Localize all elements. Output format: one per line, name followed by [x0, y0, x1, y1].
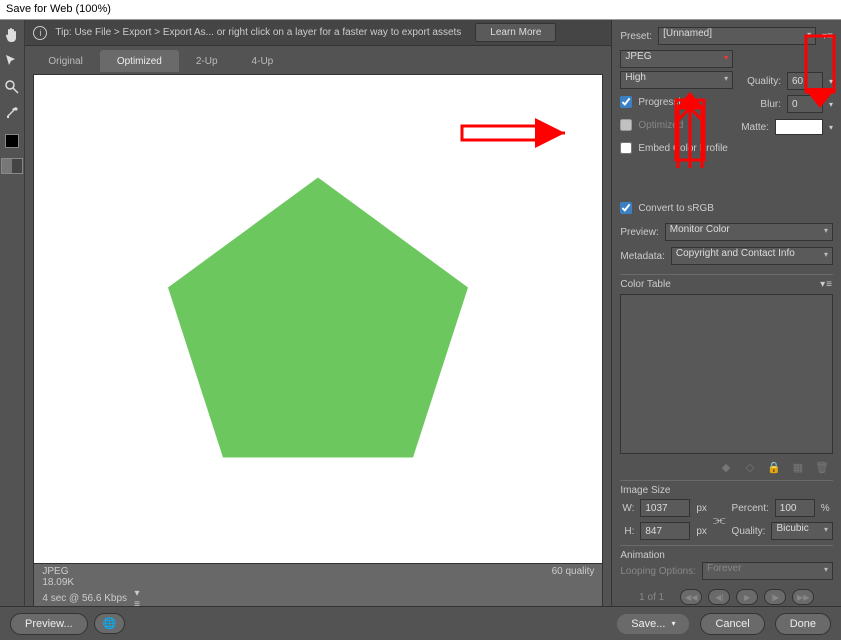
srgb-label: Convert to sRGB — [638, 203, 714, 214]
preview-canvas[interactable] — [33, 74, 603, 564]
anim-first-button: ◀◀ — [680, 589, 702, 605]
icc-label: Embed Color Profile — [638, 143, 727, 154]
quality-caret-icon[interactable]: ▾ — [829, 77, 833, 86]
anim-counter: 1 of 1 — [639, 592, 664, 603]
ct-lock-icon: 🔒 — [767, 460, 781, 474]
progressive-label: Progressive — [638, 97, 691, 108]
eyedropper-tool-icon[interactable] — [1, 102, 23, 124]
tip-text: Tip: Use File > Export > Export As... or… — [55, 27, 461, 38]
preset-label: Preset: — [620, 31, 652, 42]
ct-shift-icon: ◇ — [743, 460, 757, 474]
h-px: px — [696, 526, 707, 537]
preview-button[interactable]: Preview... — [10, 613, 88, 635]
right-pane: Preset: [Unnamed]▾ ▾≡ JPEG▾ High▾ Progre… — [611, 20, 841, 640]
percent-label: Percent: — [732, 503, 769, 514]
optimized-label: Optimized — [638, 120, 683, 131]
toggle-slices-visibility-icon[interactable] — [1, 158, 23, 174]
loop-label: Looping Options: — [620, 566, 696, 577]
matte-caret-icon[interactable]: ▾ — [829, 123, 833, 132]
color-table-toolbar: ◆ ◇ 🔒 ▦ 🗑 — [620, 458, 833, 476]
preview-tabs: Original Optimized 2-Up 4-Up — [25, 46, 611, 72]
window-titlebar: Save for Web (100%) — [0, 0, 841, 20]
tab-optimized[interactable]: Optimized — [100, 50, 179, 72]
quality-input[interactable] — [787, 72, 823, 90]
quality-label: Quality: — [747, 76, 781, 87]
matte-swatch[interactable] — [775, 119, 823, 135]
tip-bar: i Tip: Use File > Export > Export As... … — [25, 20, 611, 46]
window-title: Save for Web (100%) — [6, 3, 111, 15]
srgb-checkbox[interactable] — [620, 202, 632, 214]
anim-next-button: |▶ — [764, 589, 786, 605]
colortable-header: Color Table ▾≡ — [620, 274, 833, 290]
resample-select[interactable]: Bicubic▾ — [771, 522, 833, 540]
left-pane: i Tip: Use File > Export > Export As... … — [25, 20, 611, 640]
link-wh-icon[interactable]: ⫘ — [713, 511, 726, 528]
format-select[interactable]: JPEG▾ — [620, 50, 733, 68]
learn-more-button[interactable]: Learn More — [475, 23, 556, 42]
animation-header: Animation — [620, 545, 833, 561]
tab-2up[interactable]: 2-Up — [179, 50, 235, 72]
optimized-checkbox — [620, 119, 632, 131]
metadata-select[interactable]: Copyright and Contact Info▾ — [671, 247, 833, 265]
cancel-button[interactable]: Cancel — [700, 613, 764, 635]
tab-4up[interactable]: 4-Up — [235, 50, 291, 72]
ct-new-icon: ▦ — [791, 460, 805, 474]
resample-label: Quality: — [732, 526, 766, 537]
anim-last-button: ▶▶ — [792, 589, 814, 605]
color-table-area — [620, 294, 833, 454]
blur-label: Blur: — [760, 99, 781, 110]
main-container: i Tip: Use File > Export > Export As... … — [0, 20, 841, 640]
artwork-pentagon — [158, 168, 478, 471]
preset-select[interactable]: [Unnamed]▾ — [658, 27, 816, 45]
done-button[interactable]: Done — [775, 613, 831, 635]
percent-input[interactable] — [775, 499, 815, 517]
compression-select[interactable]: High▾ — [620, 71, 733, 89]
footer-bar: Preview... 🌐 Save... Cancel Done — [0, 606, 841, 640]
status-format: JPEG — [42, 566, 68, 577]
status-quality: 60 quality — [552, 566, 595, 577]
zoom-tool-icon[interactable] — [1, 76, 23, 98]
h-label: H: — [620, 526, 634, 537]
icc-checkbox[interactable] — [620, 142, 632, 154]
preview-statusbar: JPEG 60 quality 18.09K 4 sec @ 56.6 Kbps… — [33, 564, 603, 612]
left-toolstrip — [0, 20, 25, 640]
w-label: W: — [620, 503, 634, 514]
status-size: 18.09K — [42, 577, 74, 588]
matte-label: Matte: — [741, 122, 769, 133]
preview-label: Preview: — [620, 227, 658, 238]
tab-original[interactable]: Original — [31, 50, 99, 72]
percent-unit: % — [821, 503, 830, 514]
metadata-label: Metadata: — [620, 251, 664, 262]
save-button[interactable]: Save... — [616, 613, 690, 635]
preset-menu-icon[interactable]: ▾≡ — [822, 31, 833, 42]
loop-select: Forever▾ — [702, 562, 833, 580]
colortable-menu-icon[interactable]: ▾≡ — [820, 279, 833, 290]
browser-preview-button[interactable]: 🌐 — [94, 613, 126, 634]
w-px: px — [696, 503, 707, 514]
blur-input[interactable] — [787, 95, 823, 113]
anim-prev-button: ◀| — [708, 589, 730, 605]
height-input[interactable] — [640, 522, 690, 540]
preview-profile-select[interactable]: Monitor Color▾ — [665, 223, 833, 241]
imagesize-header: Image Size — [620, 480, 833, 496]
hand-tool-icon[interactable] — [1, 24, 23, 46]
eyedropper-color-swatch[interactable] — [5, 134, 19, 148]
progressive-checkbox[interactable] — [620, 96, 632, 108]
ct-trash-icon: 🗑 — [815, 460, 829, 474]
width-input[interactable] — [640, 499, 690, 517]
blur-caret-icon[interactable]: ▾ — [829, 100, 833, 109]
ct-map-icon: ◆ — [719, 460, 733, 474]
info-icon: i — [33, 26, 47, 40]
slice-select-tool-icon[interactable] — [1, 50, 23, 72]
status-time: 4 sec @ 56.6 Kbps — [42, 593, 127, 604]
anim-play-button: ▶ — [736, 589, 758, 605]
